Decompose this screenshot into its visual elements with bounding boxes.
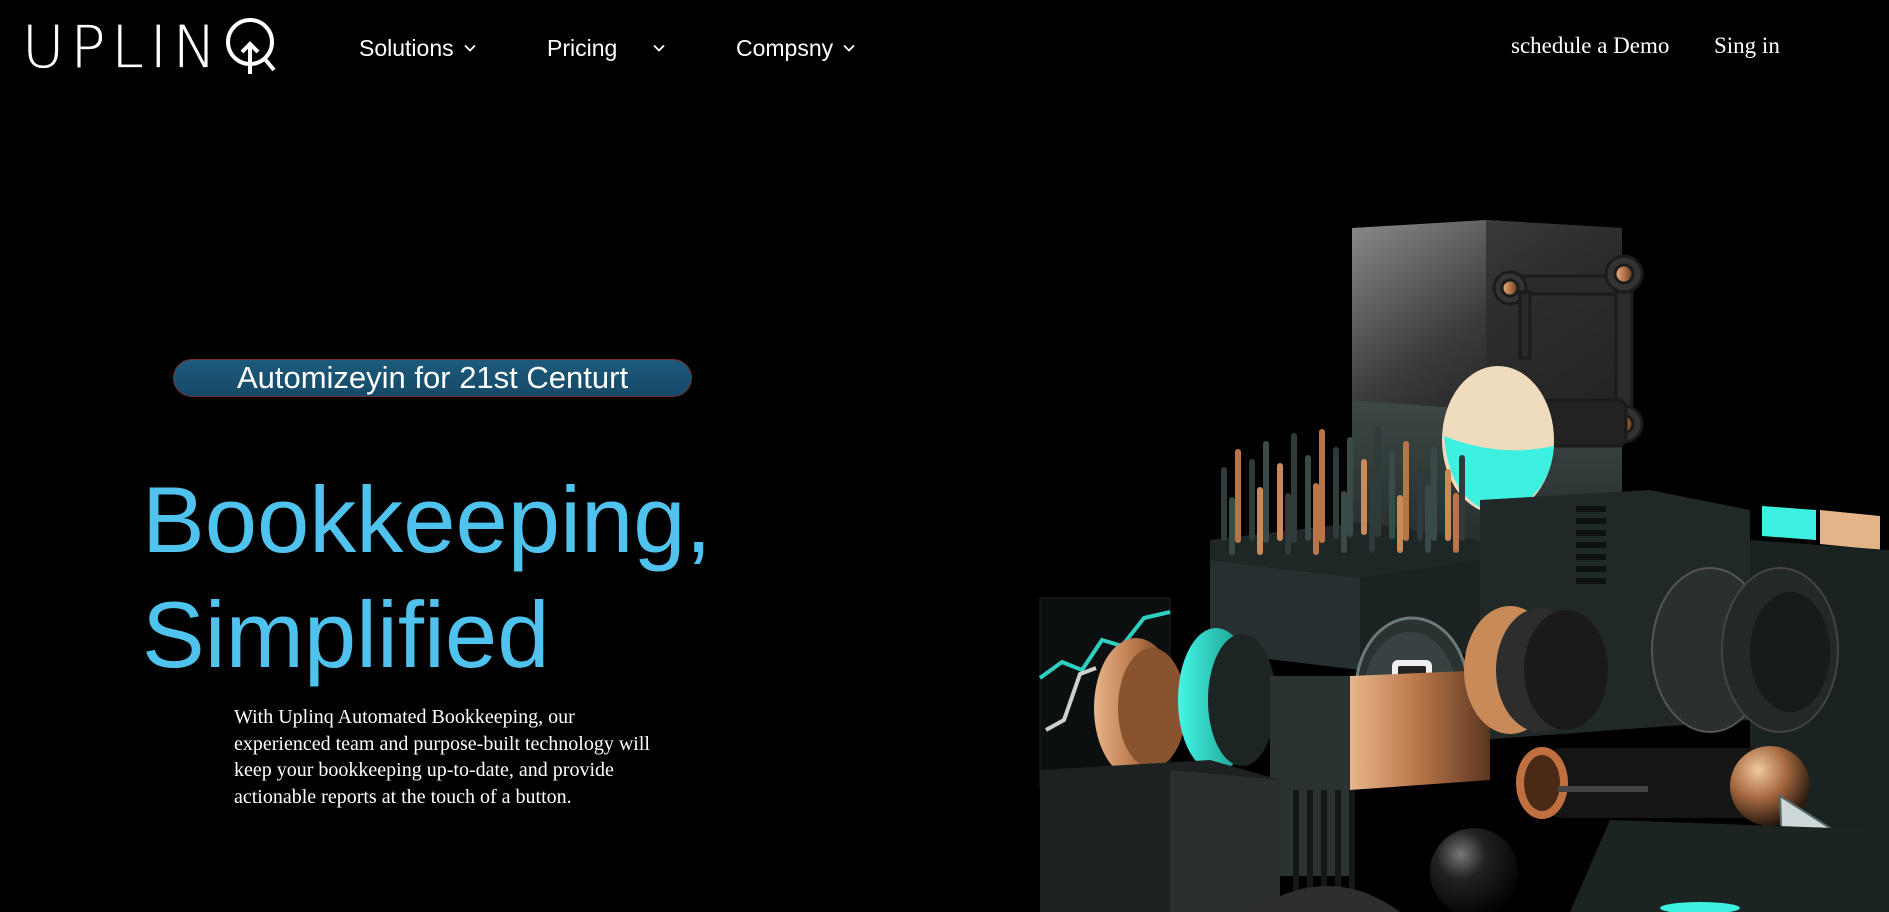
nav-item-solutions[interactable]: Solutions bbox=[359, 30, 478, 66]
split-disc bbox=[1442, 366, 1554, 514]
hero-description: With Uplinq Automated Bookkeeping, our e… bbox=[234, 706, 650, 808]
chevron-down-icon bbox=[843, 44, 855, 52]
hero-title-line-2: Simplified bbox=[142, 582, 550, 687]
hero-badge: Automizeyin for 21st Centurt bbox=[173, 359, 692, 397]
nav-item-label: Solutions bbox=[359, 34, 454, 61]
chevron-down-icon bbox=[463, 44, 476, 52]
nav-item-label: Compsny bbox=[736, 34, 834, 61]
nav-item-label: Pricing bbox=[547, 34, 618, 61]
hero-title: Bookkeeping, Simplified bbox=[142, 462, 712, 692]
hero-illustration bbox=[1038, 220, 1889, 912]
hero-badge-text: Automizeyin for 21st Centurt bbox=[236, 360, 629, 395]
nav-item-pricing[interactable]: Pricing bbox=[547, 30, 667, 66]
logo-q-upload-icon bbox=[226, 18, 276, 74]
hero-title-line-1: Bookkeeping, bbox=[142, 467, 712, 572]
uplinq-logo[interactable]: UPLIN bbox=[22, 14, 280, 80]
black-sphere bbox=[1430, 828, 1518, 912]
sign-in-link[interactable]: Sing in bbox=[1714, 30, 1780, 62]
logo-wordmark: UPLIN bbox=[22, 13, 223, 81]
chevron-down-icon bbox=[653, 44, 665, 52]
schedule-demo-link[interactable]: schedule a Demo bbox=[1511, 30, 1669, 62]
nav-item-company[interactable]: Compsny bbox=[736, 30, 857, 66]
